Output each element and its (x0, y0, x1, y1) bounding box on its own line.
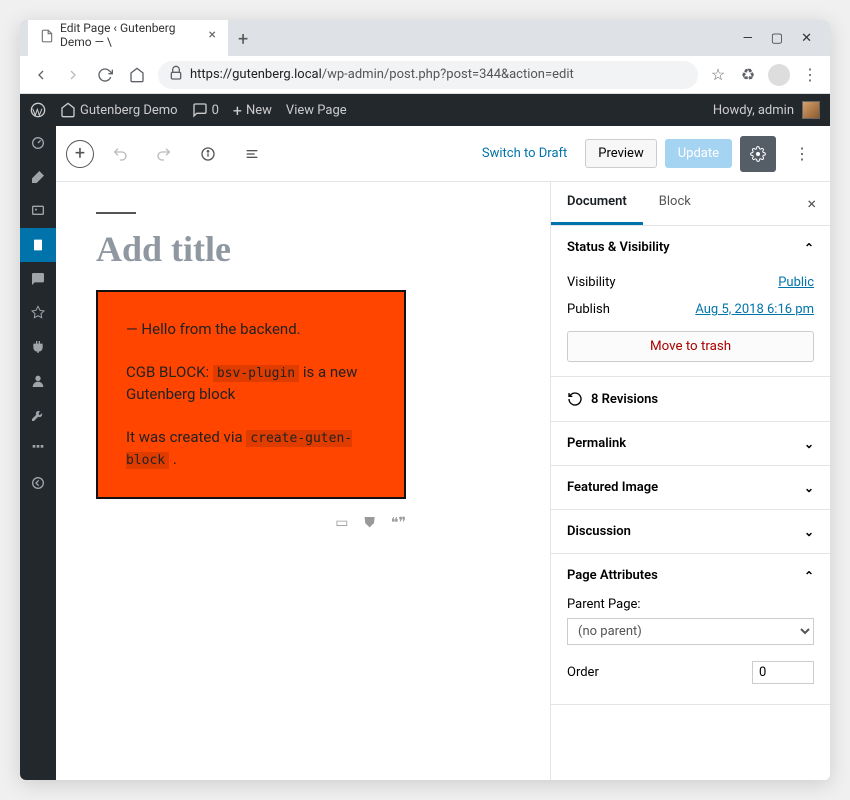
howdy-link[interactable]: Howdy, admin (713, 103, 794, 118)
view-page-link[interactable]: View Page (286, 103, 347, 118)
menu-tools[interactable] (20, 398, 56, 432)
new-link[interactable]: +New (233, 101, 272, 120)
panel-discussion[interactable]: Discussion ⌄ (551, 510, 830, 553)
add-block-button[interactable]: + (66, 140, 94, 168)
panel-featured-image[interactable]: Featured Image ⌄ (551, 466, 830, 509)
move-trash-button[interactable]: Move to trash (567, 331, 814, 362)
menu-collapse[interactable] (20, 466, 56, 500)
menu-posts[interactable] (20, 160, 56, 194)
visibility-label: Visibility (567, 275, 616, 290)
menu-users[interactable] (20, 364, 56, 398)
block-line2: CGB BLOCK: bsv-plugin is a new Gutenberg… (126, 361, 376, 406)
redo-button[interactable] (146, 136, 182, 172)
visibility-value[interactable]: Public (778, 275, 814, 290)
close-sidebar-icon[interactable]: × (793, 182, 830, 225)
menu-plugins[interactable] (20, 330, 56, 364)
user-avatar-icon[interactable] (802, 101, 820, 119)
panel-permalink[interactable]: Permalink ⌄ (551, 422, 830, 465)
menu-settings[interactable] (20, 432, 56, 466)
tab-title: Edit Page ‹ Gutenberg Demo — \ (60, 21, 197, 49)
publish-date[interactable]: Aug 5, 2018 6:16 pm (695, 302, 814, 317)
close-window-icon[interactable]: ✕ (801, 31, 812, 46)
menu-appearance[interactable] (20, 296, 56, 330)
panel-status-visibility[interactable]: Status & Visibility ⌃ (551, 226, 830, 269)
info-button[interactable] (190, 136, 226, 172)
url-host: https://gutenberg.local (190, 67, 322, 82)
custom-block[interactable]: — Hello from the backend. CGB BLOCK: bsv… (96, 290, 406, 499)
publish-label: Publish (567, 302, 610, 317)
title-dash (96, 212, 136, 214)
page-icon (40, 28, 54, 42)
outline-button[interactable] (234, 136, 270, 172)
lock-icon (168, 65, 184, 85)
url-path: /wp-admin/post.php?post=344&action=edit (322, 67, 574, 82)
block-line3: It was created via create-guten-block . (126, 426, 376, 471)
panel-revisions[interactable]: 8 Revisions (551, 377, 830, 421)
wp-logo[interactable] (30, 102, 46, 118)
new-tab-button[interactable]: + (228, 23, 258, 56)
block-footer-icon[interactable]: ⛊ (364, 515, 375, 531)
menu-pages[interactable] (20, 228, 56, 262)
menu-media[interactable] (20, 194, 56, 228)
block-footer-icon[interactable]: ❝❞ (391, 515, 406, 531)
menu-comments[interactable] (20, 262, 56, 296)
block-line1: — Hello from the backend. (126, 318, 376, 341)
chevron-up-icon: ⌃ (804, 241, 814, 255)
parent-page-label: Parent Page: (567, 597, 814, 612)
undo-button[interactable] (102, 136, 138, 172)
chevron-down-icon: ⌄ (804, 481, 814, 495)
browser-menu-icon[interactable]: ⋮ (800, 65, 820, 85)
url-bar[interactable]: https://gutenberg.local/wp-admin/post.ph… (158, 61, 698, 89)
order-input[interactable] (752, 661, 814, 684)
site-link[interactable]: Gutenberg Demo (60, 102, 178, 118)
close-tab-icon[interactable]: × (209, 27, 216, 43)
menu-dashboard[interactable] (20, 126, 56, 160)
forward-button[interactable] (62, 64, 84, 86)
tab-document[interactable]: Document (551, 182, 643, 225)
more-menu-button[interactable]: ⋮ (784, 136, 820, 172)
chevron-down-icon: ⌄ (804, 437, 814, 451)
chevron-down-icon: ⌄ (804, 525, 814, 539)
back-button[interactable] (30, 64, 52, 86)
profile-avatar[interactable] (768, 64, 790, 86)
browser-tab[interactable]: Edit Page ‹ Gutenberg Demo — \ × (28, 20, 228, 56)
reload-button[interactable] (94, 64, 116, 86)
star-icon[interactable]: ☆ (708, 65, 728, 85)
chevron-up-icon: ⌃ (804, 569, 814, 583)
maximize-icon[interactable]: ▢ (771, 31, 783, 46)
comments-link[interactable]: 0 (192, 102, 219, 118)
order-label: Order (567, 665, 599, 680)
switch-draft-button[interactable]: Switch to Draft (472, 140, 577, 167)
update-button: Update (665, 139, 732, 168)
settings-toggle-button[interactable] (740, 136, 776, 172)
post-title-input[interactable]: Add title (96, 228, 510, 270)
tab-block[interactable]: Block (643, 182, 707, 225)
home-button[interactable] (126, 64, 148, 86)
recycle-icon[interactable]: ♻ (738, 65, 758, 85)
panel-page-attributes[interactable]: Page Attributes ⌃ (551, 554, 830, 597)
minimize-icon[interactable]: — (743, 31, 753, 46)
parent-page-select[interactable]: (no parent) (567, 618, 814, 645)
preview-button[interactable]: Preview (585, 139, 656, 168)
block-footer-icon[interactable]: ▭ (335, 515, 348, 531)
